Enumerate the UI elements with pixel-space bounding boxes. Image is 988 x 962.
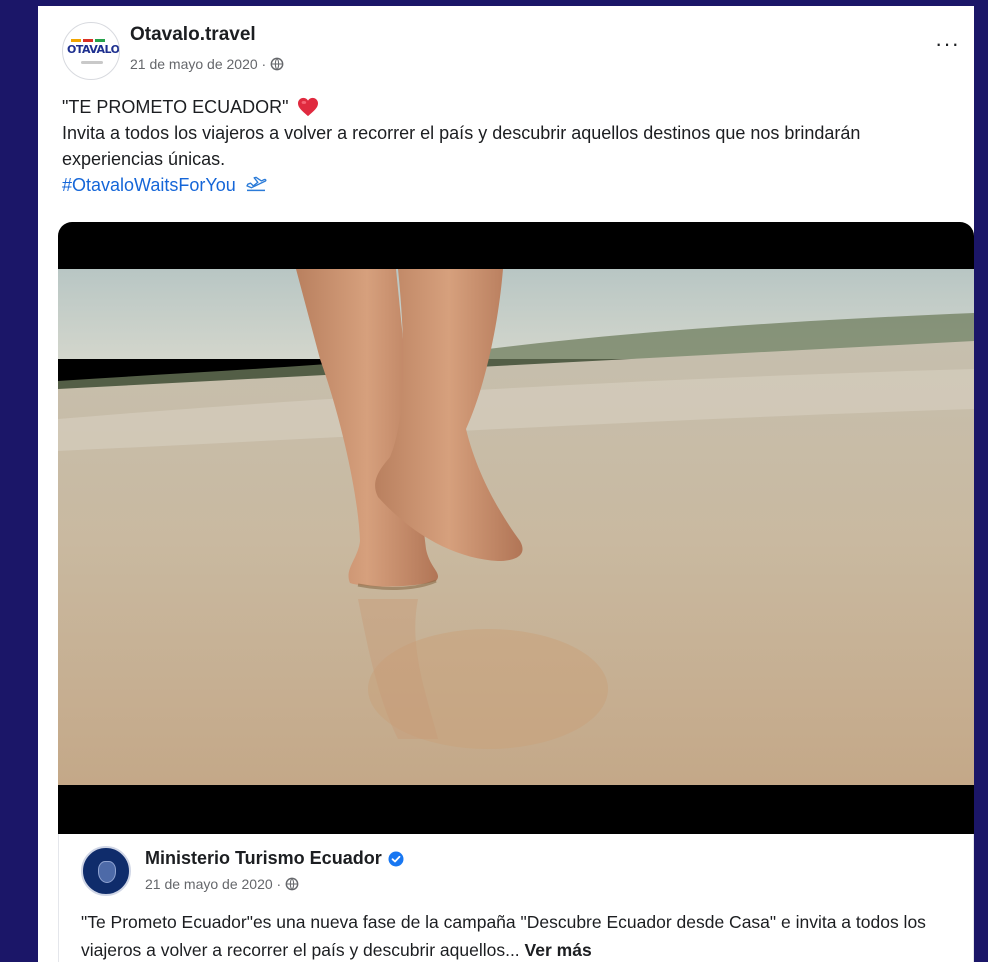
hashtag-line: #OtavaloWaitsForYou xyxy=(62,172,942,198)
see-more-link[interactable]: Ver más xyxy=(525,940,592,960)
post-meta: 21 de mayo de 2020 · xyxy=(130,56,284,72)
shared-post[interactable]: Ministerio Turismo Ecuador 21 de mayo de… xyxy=(58,834,974,962)
post-title: "TE PROMETO ECUADOR" xyxy=(62,97,289,117)
page-avatar[interactable]: OTAVALO xyxy=(62,22,120,80)
hashtag-link[interactable]: #OtavaloWaitsForYou xyxy=(62,175,236,195)
post-card: OTAVALO Otavalo.travel 21 de mayo de 202… xyxy=(38,6,974,962)
shared-author[interactable]: Ministerio Turismo Ecuador xyxy=(145,848,404,869)
post-date[interactable]: 21 de mayo de 2020 · xyxy=(130,56,266,72)
video-frame xyxy=(58,269,974,785)
ministry-emblem xyxy=(98,861,116,883)
more-options-button[interactable]: ··· xyxy=(935,33,960,55)
globe-icon xyxy=(285,877,299,891)
red-heart-icon xyxy=(298,97,319,117)
post-title-line: "TE PROMETO ECUADOR" xyxy=(62,94,942,120)
shared-date[interactable]: 21 de mayo de 2020 · xyxy=(145,876,281,892)
logo-stripe xyxy=(71,39,81,42)
verified-badge-icon xyxy=(388,851,404,866)
shared-author-name: Ministerio Turismo Ecuador xyxy=(145,848,382,868)
shared-meta: 21 de mayo de 2020 · xyxy=(145,876,299,892)
logo-stripe xyxy=(95,39,105,42)
logo-underline xyxy=(81,61,103,64)
video-player[interactable] xyxy=(58,222,974,834)
post-text: "TE PROMETO ECUADOR" Invita a todos los … xyxy=(62,94,942,198)
airplane-departure-icon xyxy=(246,176,267,192)
post-body: Invita a todos los viajeros a volver a r… xyxy=(62,123,861,169)
page-name[interactable]: Otavalo.travel xyxy=(130,24,256,46)
globe-icon xyxy=(270,57,284,71)
avatar-logo-text: OTAVALO xyxy=(67,43,120,56)
shared-text: "Te Prometo Ecuador"es una nueva fase de… xyxy=(81,908,961,962)
logo-stripe xyxy=(83,39,93,42)
ministry-avatar[interactable] xyxy=(81,846,131,896)
shared-text-body: "Te Prometo Ecuador"es una nueva fase de… xyxy=(81,912,926,960)
